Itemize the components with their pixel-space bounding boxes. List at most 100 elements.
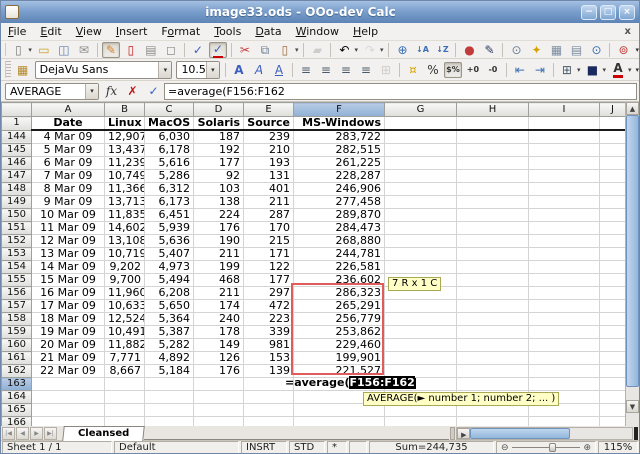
save-icon[interactable]: ◫	[55, 42, 73, 58]
row-header-154[interactable]: 154	[2, 261, 32, 274]
cell[interactable]: 122	[244, 261, 294, 274]
cell[interactable]: 177	[244, 274, 294, 287]
cell[interactable]: 12,907	[105, 130, 145, 144]
cell[interactable]	[600, 261, 626, 274]
cell[interactable]	[385, 261, 457, 274]
scroll-right-icon[interactable]: ▶	[457, 428, 470, 439]
toolbar-drag-handle[interactable]	[5, 43, 6, 57]
cell[interactable]	[385, 248, 457, 261]
background-color-dropdown-icon[interactable]: ▾	[602, 66, 606, 74]
cell[interactable]	[244, 404, 294, 417]
cell[interactable]	[529, 170, 600, 183]
cell[interactable]	[145, 404, 194, 417]
borders-icon[interactable]: ⊞	[558, 62, 576, 78]
cell[interactable]	[529, 365, 600, 378]
cell[interactable]: 149	[194, 339, 244, 352]
cell[interactable]: 5,636	[145, 235, 194, 248]
page-preview-icon[interactable]: ◻	[162, 42, 180, 58]
cell[interactable]: 13 Mar 09	[32, 248, 105, 261]
insert-mode[interactable]: INSRT	[241, 441, 287, 454]
column-header-c[interactable]: C	[145, 103, 194, 117]
cell[interactable]: 286,323	[294, 287, 385, 300]
cell[interactable]	[600, 287, 626, 300]
menu-item-view[interactable]: View	[69, 24, 109, 39]
zoom-level[interactable]: 115%	[598, 441, 638, 454]
cell[interactable]	[600, 170, 626, 183]
cell[interactable]	[457, 183, 529, 196]
cell[interactable]: 5,494	[145, 274, 194, 287]
cell[interactable]	[385, 404, 457, 417]
row-header-1[interactable]: 1	[2, 117, 32, 131]
row-header-162[interactable]: 162	[2, 365, 32, 378]
cell[interactable]: 4 Mar 09	[32, 130, 105, 144]
delete-decimal-icon[interactable]: -0	[484, 62, 502, 78]
cell[interactable]	[385, 417, 457, 427]
find-replace-icon[interactable]: ⊙	[507, 42, 525, 58]
cell[interactable]	[385, 222, 457, 235]
menu-item-tools[interactable]: Tools	[207, 24, 248, 39]
cell[interactable]: 11,882	[105, 339, 145, 352]
cell[interactable]: 6 Mar 09	[32, 157, 105, 170]
cell[interactable]	[385, 157, 457, 170]
cell[interactable]: 4,892	[145, 352, 194, 365]
cell[interactable]: 6,208	[145, 287, 194, 300]
cell[interactable]: 5 Mar 09	[32, 144, 105, 157]
cell[interactable]: 211	[194, 248, 244, 261]
cell[interactable]	[529, 326, 600, 339]
redo-icon[interactable]: ↷	[361, 42, 379, 58]
navigator-icon[interactable]: ✦	[527, 42, 545, 58]
edit-file-icon[interactable]: ✎	[102, 42, 120, 58]
data-sources-icon[interactable]: ▤	[567, 42, 585, 58]
previous-sheet-icon[interactable]: ◀	[16, 427, 29, 440]
blank-field[interactable]	[349, 441, 367, 454]
cell[interactable]	[600, 130, 626, 144]
window-split-handle[interactable]	[634, 427, 638, 440]
cell[interactable]	[529, 261, 600, 274]
copy-icon[interactable]: ⧉	[256, 42, 274, 58]
currency-format-icon[interactable]: ¤	[404, 62, 422, 78]
cell[interactable]	[294, 378, 385, 391]
sort-ascending-icon[interactable]: ↓A	[413, 42, 431, 58]
cell[interactable]: 176	[194, 222, 244, 235]
select-all-corner[interactable]	[2, 103, 32, 117]
cell[interactable]	[600, 365, 626, 378]
sheet-tab-cleansed[interactable]: Cleansed	[62, 426, 145, 441]
cell[interactable]: 5,387	[145, 326, 194, 339]
row-header-161[interactable]: 161	[2, 352, 32, 365]
font-color-icon[interactable]: A	[609, 62, 627, 78]
cell[interactable]	[529, 300, 600, 313]
row-header-165[interactable]: 165	[2, 404, 32, 417]
cell[interactable]	[105, 378, 145, 391]
cell[interactable]: 177	[194, 157, 244, 170]
cell[interactable]	[529, 222, 600, 235]
cell[interactable]: Source	[244, 117, 294, 131]
cell[interactable]	[600, 157, 626, 170]
cell[interactable]: 11,366	[105, 183, 145, 196]
cell[interactable]	[600, 300, 626, 313]
cell[interactable]	[194, 391, 244, 404]
sheet-indicator[interactable]: Sheet 1 / 1	[2, 441, 112, 454]
cell[interactable]	[294, 404, 385, 417]
cell[interactable]: 176	[194, 365, 244, 378]
cancel-icon[interactable]: ✗	[124, 83, 141, 100]
column-header-a[interactable]: A	[32, 103, 105, 117]
function-wizard-icon[interactable]: fx	[103, 83, 120, 100]
cell[interactable]	[600, 117, 626, 131]
cell[interactable]: 253,862	[294, 326, 385, 339]
menu-item-data[interactable]: Data	[248, 24, 288, 39]
menu-item-help[interactable]: Help	[346, 24, 385, 39]
cell[interactable]	[457, 117, 529, 131]
zoom-out-icon[interactable]: ⊖	[501, 443, 509, 453]
cell[interactable]: 5,364	[145, 313, 194, 326]
cell[interactable]: 126	[194, 352, 244, 365]
cell[interactable]: 11,960	[105, 287, 145, 300]
cell[interactable]	[457, 144, 529, 157]
cell[interactable]: 468	[194, 274, 244, 287]
font-size-combo[interactable]: 10.5 ▾	[176, 61, 220, 79]
cell[interactable]	[529, 117, 600, 131]
cell[interactable]: 6,451	[145, 209, 194, 222]
cell[interactable]	[529, 157, 600, 170]
chevron-down-icon[interactable]: ▾	[206, 62, 219, 78]
percent-format-icon[interactable]: %	[424, 62, 442, 78]
cell[interactable]: 228,287	[294, 170, 385, 183]
